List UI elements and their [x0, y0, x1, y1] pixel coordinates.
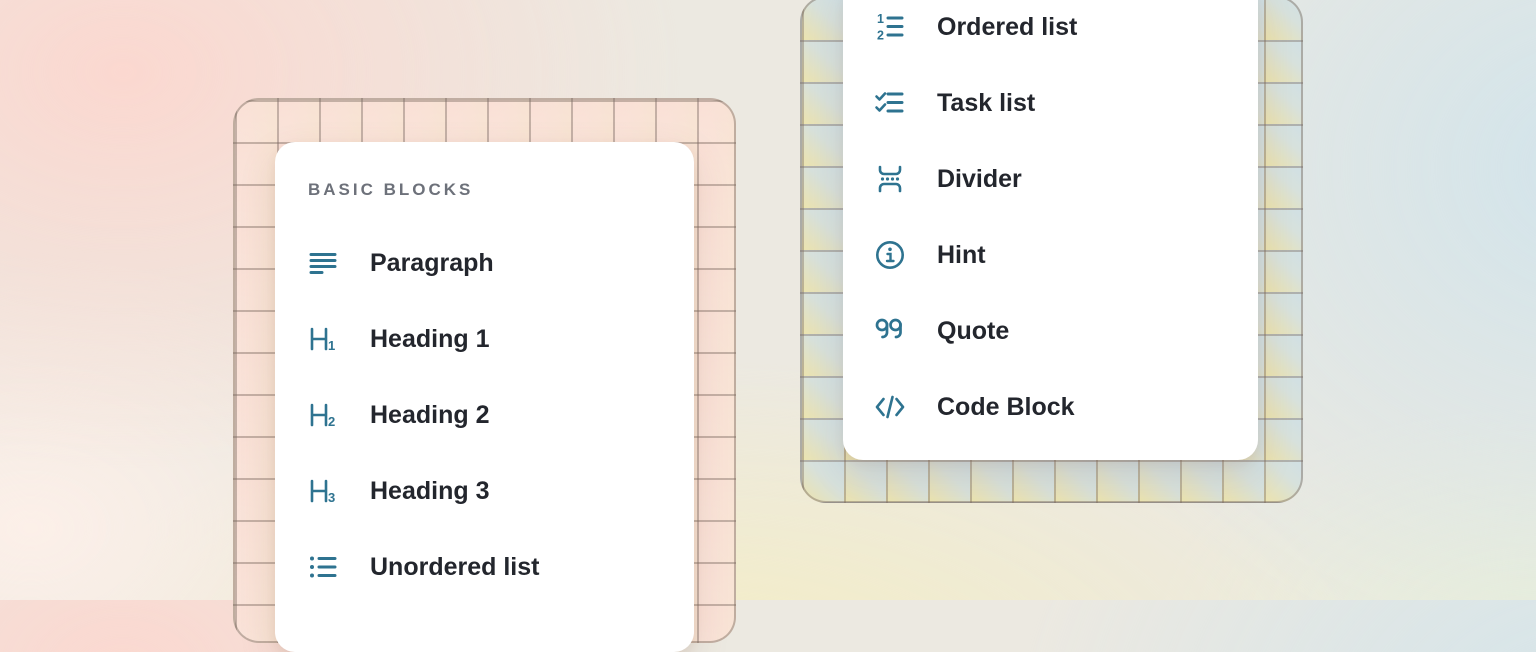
menu-item-heading-1[interactable]: 1 Heading 1 [275, 301, 694, 377]
menu-item-label: Ordered list [937, 13, 1077, 42]
menu-item-paragraph[interactable]: Paragraph [275, 225, 694, 301]
menu-item-label: Quote [937, 317, 1009, 346]
code-block-icon [873, 390, 907, 424]
menu-item-label: Task list [937, 89, 1035, 118]
menu-item-heading-2[interactable]: 2 Heading 2 [275, 377, 694, 453]
block-menu-basic-blocks: BASIC BLOCKS Paragraph 1 Heading 1 2 Headi… [275, 142, 694, 652]
menu-item-ordered-list[interactable]: 1 2 Ordered list [843, 0, 1258, 65]
divider-icon [873, 162, 907, 196]
task-list-icon [873, 86, 907, 120]
menu-item-divider[interactable]: Divider [843, 141, 1258, 217]
menu-item-label: Divider [937, 165, 1022, 194]
svg-text:3: 3 [328, 490, 335, 505]
menu-item-task-list[interactable]: Task list [843, 65, 1258, 141]
section-label-basic-blocks: BASIC BLOCKS [308, 180, 694, 200]
quote-icon [873, 314, 907, 348]
ordered-list-icon: 1 2 [873, 10, 907, 44]
svg-text:1: 1 [877, 12, 884, 26]
menu-item-hint[interactable]: Hint [843, 217, 1258, 293]
menu-item-label: Paragraph [370, 249, 494, 278]
svg-text:2: 2 [328, 414, 335, 429]
menu-item-label: Heading 2 [370, 401, 489, 430]
paragraph-icon [306, 246, 340, 280]
menu-item-label: Heading 3 [370, 477, 489, 506]
heading-3-icon: 3 [306, 474, 340, 508]
block-menu-continued: 1 2 Ordered list Task list Divider Hint Q… [843, 0, 1258, 460]
svg-text:2: 2 [877, 29, 884, 43]
hint-icon [873, 238, 907, 272]
menu-item-label: Hint [937, 241, 986, 270]
menu-item-heading-3[interactable]: 3 Heading 3 [275, 453, 694, 529]
heading-1-icon: 1 [306, 322, 340, 356]
menu-item-label: Heading 1 [370, 325, 489, 354]
menu-item-label: Unordered list [370, 553, 539, 582]
menu-item-quote[interactable]: Quote [843, 293, 1258, 369]
menu-list-right: 1 2 Ordered list Task list Divider Hint Q… [843, 0, 1258, 445]
menu-list-left: Paragraph 1 Heading 1 2 Heading 2 3 Heading… [275, 225, 694, 605]
svg-text:1: 1 [328, 338, 335, 353]
menu-item-code-block[interactable]: Code Block [843, 369, 1258, 445]
menu-item-label: Code Block [937, 393, 1075, 422]
menu-item-unordered-list[interactable]: Unordered list [275, 529, 694, 605]
unordered-list-icon [306, 550, 340, 584]
heading-2-icon: 2 [306, 398, 340, 432]
